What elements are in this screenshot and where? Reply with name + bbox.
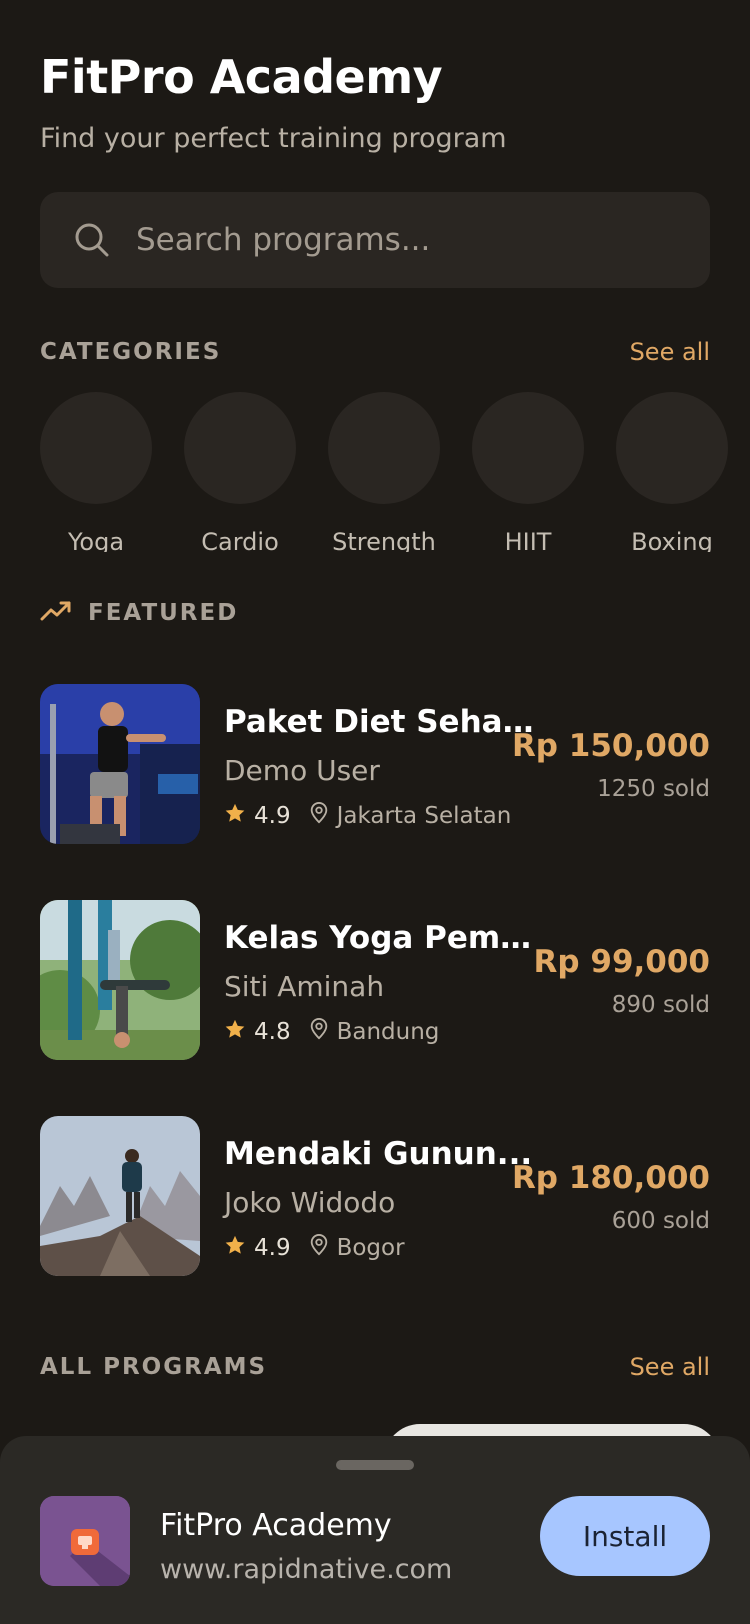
install-button[interactable]: Install (540, 1496, 710, 1576)
program-name: Kelas Yoga Pemul... (224, 920, 534, 956)
program-name: Paket Diet Sehat... (224, 704, 534, 740)
category-icon-placeholder (472, 392, 584, 504)
category-cardio[interactable]: Cardio (184, 392, 296, 552)
trending-up-icon (40, 600, 72, 626)
search-bar[interactable] (40, 192, 710, 288)
program-rating: 4.9 (254, 1235, 291, 1261)
category-icon-placeholder (184, 392, 296, 504)
featured-program-card[interactable]: Paket Diet Sehat... Demo User 4.9 Jakart… (40, 684, 710, 844)
featured-program-card[interactable]: Kelas Yoga Pemul... Siti Aminah 4.8 Band… (40, 900, 710, 1060)
map-pin-icon (309, 1018, 329, 1046)
program-location: Bogor (336, 1235, 405, 1261)
star-icon (224, 802, 246, 830)
home-screen: FitPro Academy Find your perfect trainin… (0, 0, 750, 1624)
category-hiit[interactable]: HIIT (472, 392, 584, 552)
all-programs-title: ALL PROGRAMS (40, 1354, 268, 1380)
map-pin-icon (309, 802, 329, 830)
install-sheet: FitPro Academy www.rapidnative.com Insta… (0, 1436, 750, 1624)
category-label: Yoga (67, 528, 125, 552)
all-programs-see-all-link[interactable]: See all (630, 1353, 710, 1381)
star-icon (224, 1234, 246, 1262)
program-location: Bandung (336, 1019, 440, 1045)
featured-header: FEATURED (40, 600, 238, 626)
map-pin-icon (309, 1234, 329, 1262)
star-icon (224, 1018, 246, 1046)
categories-see-all-link[interactable]: See all (630, 338, 710, 366)
program-meta: 4.8 Bandung (224, 1018, 439, 1046)
category-boxing[interactable]: Boxing (616, 392, 728, 552)
page-subtitle: Find your perfect training program (40, 123, 507, 154)
program-thumbnail (40, 684, 200, 844)
category-icon-placeholder (40, 392, 152, 504)
sheet-drag-handle[interactable] (336, 1460, 414, 1470)
program-name: Mendaki Gunun... (224, 1136, 533, 1172)
featured-title: FEATURED (88, 600, 239, 626)
page-title: FitPro Academy (40, 50, 443, 104)
search-input[interactable] (136, 222, 656, 258)
program-thumbnail (40, 900, 200, 1060)
program-thumbnail (40, 1116, 200, 1276)
app-name: FitPro Academy (160, 1508, 392, 1543)
search-icon (72, 220, 112, 260)
category-icon-placeholder (328, 392, 440, 504)
program-author: Demo User (224, 754, 380, 787)
category-strength[interactable]: Strength (328, 392, 440, 552)
categories-title: CATEGORIES (40, 339, 222, 365)
program-author: Joko Widodo (224, 1186, 396, 1219)
category-label: Boxing (631, 528, 713, 552)
program-price: Rp 99,000 (533, 944, 710, 980)
program-price: Rp 150,000 (511, 728, 710, 764)
category-label: Cardio (201, 528, 279, 552)
program-rating: 4.9 (254, 803, 291, 829)
category-icon-placeholder (616, 392, 728, 504)
featured-program-card[interactable]: Mendaki Gunun... Joko Widodo 4.9 Bogor R… (40, 1116, 710, 1276)
program-meta: 4.9 Jakarta Selatan (224, 802, 511, 830)
program-sold-count: 890 sold (611, 992, 710, 1018)
category-label: Strength (332, 528, 436, 552)
program-rating: 4.8 (254, 1019, 291, 1045)
program-meta: 4.9 Bogor (224, 1234, 405, 1262)
category-label: HIIT (504, 528, 552, 552)
program-author: Siti Aminah (224, 970, 385, 1003)
program-price: Rp 180,000 (511, 1160, 710, 1196)
category-yoga[interactable]: Yoga (40, 392, 152, 552)
program-sold-count: 1250 sold (597, 776, 710, 802)
category-list: Yoga Cardio Strength HIIT Boxing (40, 392, 750, 552)
program-sold-count: 600 sold (611, 1208, 710, 1234)
program-location: Jakarta Selatan (336, 803, 512, 829)
app-icon (40, 1496, 130, 1586)
app-url: www.rapidnative.com (160, 1554, 453, 1585)
